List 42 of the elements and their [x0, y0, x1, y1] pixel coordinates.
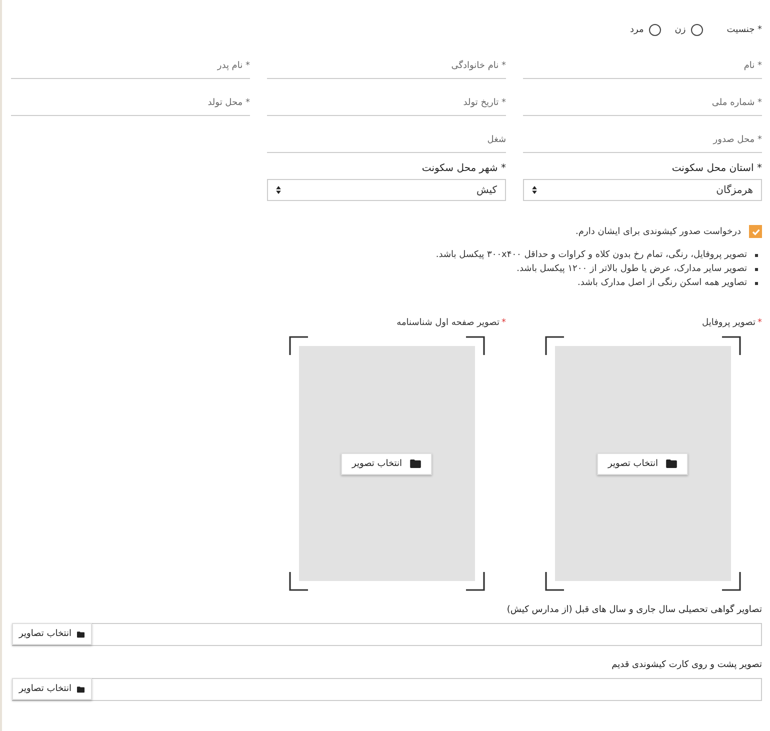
- checkbox-label: درخواست صدور کیشوندی برای ایشان دارم.: [576, 226, 741, 236]
- folder-icon: [410, 459, 422, 468]
- text-field[interactable]: * نام پدر: [11, 54, 250, 79]
- text-field[interactable]: * شماره ملی: [523, 91, 762, 116]
- file-input-field[interactable]: انتخاب تصاویر: [12, 678, 762, 701]
- upload-label: تصویر پشت و روی کارت کیشوندی قدیم: [610, 660, 762, 670]
- radio-option[interactable]: مرد: [630, 24, 661, 36]
- sort-icon: [276, 186, 281, 194]
- sort-icon: [532, 186, 537, 194]
- note-text: تصاویر همه اسکن رنگی از اصل مدارک باشد.: [578, 278, 747, 288]
- radio-button[interactable]: [690, 24, 703, 36]
- radio-option[interactable]: زن: [674, 24, 703, 36]
- folder-icon: [666, 459, 678, 468]
- text-field[interactable]: * محل صدور: [523, 128, 762, 153]
- choose-image-button[interactable]: انتخاب تصویر: [340, 452, 432, 474]
- gender-label: * جنسیت: [726, 25, 762, 35]
- file-input-field[interactable]: انتخاب تصاویر: [12, 623, 762, 646]
- note-text: تصویر سایر مدارک، عرض یا طول بالاتر از ۱۲۰۰ پیکسل باشد.: [516, 264, 747, 274]
- choose-image-button[interactable]: انتخاب تصویر: [596, 452, 688, 474]
- note-text: تصویر پروفایل، رنگی، تمام رخ بدون کلاه و کراوات و حداقل ۳۰۰x۴۰۰ پیکسل باشد.: [436, 250, 747, 260]
- text-field[interactable]: شغل: [267, 128, 506, 153]
- upload-label: * تصویر صفحه اول شناسنامه: [396, 318, 506, 330]
- upload-label: تصاویر گواهی تحصیلی سال جاری و سال های قبل (از مدارس کیش): [506, 605, 762, 615]
- bullet-icon: [755, 282, 758, 284]
- text-field[interactable]: * نام: [523, 54, 762, 79]
- select-field[interactable]: هرمزگان: [523, 179, 762, 201]
- radio-button[interactable]: [648, 24, 661, 36]
- upload-label: * تصویر پروفایل: [701, 318, 762, 330]
- bullet-icon: [755, 268, 758, 270]
- select-label: * شهر محل سکونت: [420, 163, 506, 174]
- text-field[interactable]: * تاریخ تولد: [267, 91, 506, 116]
- check-icon: [750, 226, 760, 236]
- choose-images-button[interactable]: انتخاب تصاویر: [12, 623, 92, 645]
- bullet-icon: [755, 254, 758, 256]
- folder-icon: [77, 684, 85, 694]
- text-field[interactable]: * نام خانوادگی: [267, 54, 506, 79]
- text-field[interactable]: * محل تولد: [11, 91, 250, 116]
- folder-icon: [77, 630, 85, 638]
- select-label: * استان محل سکونت: [670, 163, 762, 174]
- select-field[interactable]: کیش: [267, 179, 506, 201]
- choose-images-button[interactable]: انتخاب تصاویر: [12, 678, 92, 700]
- checkbox[interactable]: [749, 225, 762, 238]
